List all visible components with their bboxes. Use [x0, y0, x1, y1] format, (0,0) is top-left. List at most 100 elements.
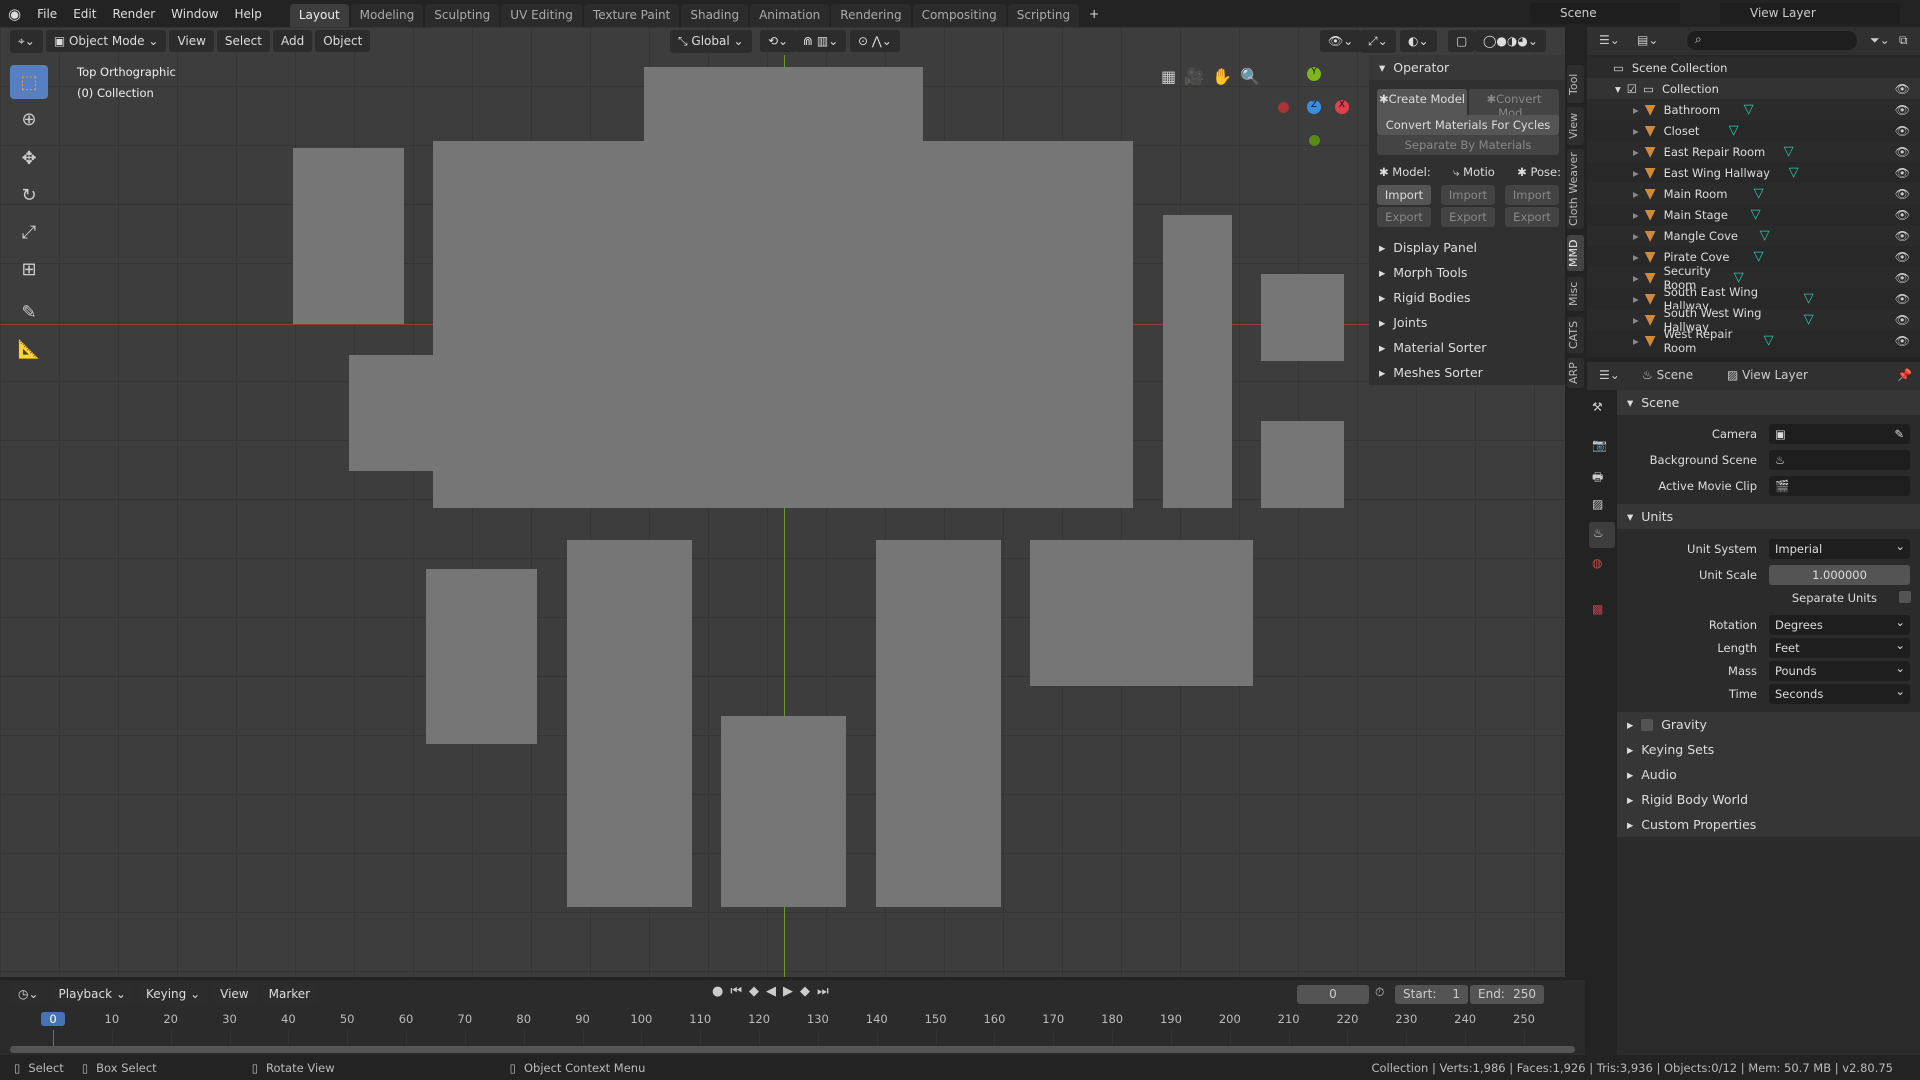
tab-modeling[interactable]: Modeling — [350, 4, 424, 27]
expand-icon[interactable]: ▸ — [1633, 187, 1639, 201]
tab-sculpting[interactable]: Sculpting — [425, 4, 500, 27]
display-mode-icon[interactable]: ☰⌄ — [1599, 33, 1620, 47]
collection-row[interactable]: ▾ ☑ ▭ Collection 👁 — [1587, 78, 1920, 99]
jump-start-icon[interactable]: ⏮ — [730, 984, 742, 999]
filter-icon[interactable]: ⏷⌄ — [1870, 33, 1890, 48]
tab-tool[interactable]: Tool — [1567, 65, 1584, 103]
next-keyframe-icon[interactable]: ◆ — [800, 984, 810, 999]
motion-import-button[interactable]: Import — [1441, 185, 1495, 205]
xray-icon[interactable]: ▢ — [1448, 30, 1476, 52]
outliner-item[interactable]: ▸ ▼ Pirate Cove ▽ 👁 — [1587, 246, 1920, 267]
snap-icon[interactable]: ⋒ ▥⌄ — [795, 30, 847, 52]
blender-logo-icon[interactable]: ◉ — [0, 5, 29, 23]
tab-arp[interactable]: ARP — [1567, 358, 1584, 388]
unit-system-dropdown[interactable]: Imperial — [1769, 539, 1910, 559]
model-import-button[interactable]: Import — [1377, 185, 1431, 205]
keying-sets-section-header[interactable]: ▸ Keying Sets — [1617, 737, 1920, 762]
record-icon[interactable]: ● — [712, 984, 723, 999]
gravity-section-header[interactable]: ▸ Gravity — [1617, 712, 1920, 737]
camera-view-icon[interactable]: 🎥 — [1184, 67, 1204, 86]
stopwatch-icon[interactable]: ⏱ — [1375, 985, 1393, 1004]
editor-type-icon[interactable]: ☰⌄ — [1599, 368, 1620, 382]
tab-view[interactable]: View — [1567, 107, 1584, 145]
editor-type-icon[interactable]: ◷⌄ — [10, 983, 47, 1005]
mesh-data-icon[interactable]: ▽ — [1784, 144, 1794, 159]
audio-section-header[interactable]: ▸ Audio — [1617, 762, 1920, 787]
visibility-icon[interactable]: 👁⌄ — [1320, 30, 1362, 52]
scene-selector[interactable]: Scene — [1530, 3, 1680, 24]
add-menu[interactable]: Add — [272, 30, 313, 52]
eye-icon[interactable]: 👁 — [1895, 82, 1910, 96]
active-movie-clip-field[interactable]: 🎬 — [1769, 476, 1910, 496]
tab-uv-editing[interactable]: UV Editing — [501, 4, 582, 27]
mesh-data-icon[interactable]: ▽ — [1789, 165, 1799, 180]
expand-icon[interactable]: ▸ — [1633, 103, 1639, 117]
current-frame-field[interactable]: 0 — [1297, 985, 1369, 1004]
unit-scale-field[interactable]: 1.000000 — [1769, 565, 1910, 585]
outliner-item[interactable]: ▸ ▼ East Wing Hallway ▽ 👁 — [1587, 162, 1920, 183]
section-morph-tools[interactable]: ▸ Morph Tools — [1369, 260, 1565, 285]
measure-tool-icon[interactable]: 📐 — [10, 332, 48, 366]
expand-icon[interactable]: ▸ — [1633, 229, 1639, 243]
mesh-object[interactable] — [1261, 274, 1344, 361]
select-menu[interactable]: Select — [216, 30, 270, 52]
pivot-icon[interactable]: ⟲⌄ — [760, 30, 797, 52]
mesh-object[interactable] — [433, 141, 1133, 508]
pose-export-button[interactable]: Export — [1505, 207, 1559, 227]
length-dropdown[interactable]: Feet — [1769, 638, 1910, 658]
tab-texture-paint[interactable]: Texture Paint — [583, 4, 680, 27]
expand-icon[interactable]: ▸ — [1633, 250, 1639, 264]
tab-rendering[interactable]: Rendering — [831, 4, 911, 27]
mesh-object[interactable] — [1030, 540, 1253, 686]
tab-layout[interactable]: Layout — [289, 4, 349, 27]
pan-hand-icon[interactable]: ✋ — [1212, 67, 1232, 86]
rotation-dropdown[interactable]: Degrees — [1769, 615, 1910, 635]
eye-icon[interactable]: 👁 — [1895, 292, 1910, 306]
3d-viewport[interactable]: ⌖⌄ ▣ Object Mode ⌄ View Select Add Objec… — [0, 27, 1565, 977]
convert-materials-button[interactable]: Convert Materials For Cycles — [1377, 115, 1559, 135]
eye-icon[interactable]: 👁 — [1895, 208, 1910, 222]
menu-render[interactable]: Render — [104, 7, 163, 21]
transform-tool-icon[interactable]: ⊞ — [10, 252, 48, 286]
view-menu[interactable]: View — [212, 983, 257, 1005]
mesh-object[interactable] — [1163, 215, 1232, 508]
mesh-data-icon[interactable]: ▽ — [1760, 228, 1770, 243]
outliner-search-input[interactable]: ⌕ — [1687, 31, 1857, 50]
outliner-item[interactable]: ▸ ▼ Closet ▽ 👁 — [1587, 120, 1920, 141]
prev-keyframe-icon[interactable]: ◆ — [749, 984, 759, 999]
expand-icon[interactable]: ▸ — [1633, 313, 1639, 327]
rotate-tool-icon[interactable]: ↻ — [10, 178, 48, 212]
outliner-item[interactable]: ▸ ▼ Main Room ▽ 👁 — [1587, 183, 1920, 204]
gizmo-x[interactable]: X — [1335, 100, 1349, 114]
scene-section-header[interactable]: ▾ Scene — [1617, 390, 1920, 415]
menu-edit[interactable]: Edit — [65, 7, 104, 21]
mesh-data-icon[interactable]: ▽ — [1764, 333, 1774, 348]
play-reverse-icon[interactable]: ◀ — [766, 984, 776, 999]
section-material-sorter[interactable]: ▸ Material Sorter — [1369, 335, 1565, 360]
menu-file[interactable]: File — [29, 7, 65, 21]
menu-window[interactable]: Window — [163, 7, 226, 21]
section-rigid-bodies[interactable]: ▸ Rigid Bodies — [1369, 285, 1565, 310]
gizmo-neg-x[interactable] — [1278, 102, 1289, 113]
timeline-scrollbar[interactable] — [10, 1046, 1575, 1053]
object-menu[interactable]: Object — [315, 30, 371, 52]
outliner-item[interactable]: ▸ ▼ West Repair Room ▽ 👁 — [1587, 327, 1920, 355]
gizmo-toggle-icon[interactable]: ⤢⌄ — [1360, 29, 1396, 53]
time-dropdown[interactable]: Seconds — [1769, 684, 1910, 704]
editor-type-icon[interactable]: ⌖⌄ — [10, 29, 43, 53]
model-export-button[interactable]: Export — [1377, 207, 1431, 227]
eye-icon[interactable]: 👁 — [1895, 313, 1910, 327]
tab-shading[interactable]: Shading — [681, 4, 749, 27]
eye-icon[interactable]: 👁 — [1895, 124, 1910, 138]
end-frame-field[interactable]: End: 250 — [1470, 985, 1544, 1004]
shading-modes-icon[interactable]: ◯●◑◕⌄ — [1475, 30, 1546, 52]
scale-tool-icon[interactable]: ⤢ — [10, 215, 48, 249]
tool-tab-icon[interactable]: ⚒ — [1592, 400, 1603, 414]
add-workspace-button[interactable]: + — [1081, 7, 1107, 21]
cursor-tool-icon[interactable]: ⊕ — [10, 102, 48, 136]
eye-icon[interactable]: 👁 — [1895, 103, 1910, 117]
eye-icon[interactable]: 👁 — [1895, 271, 1910, 285]
expand-icon[interactable]: ▸ — [1633, 124, 1639, 138]
mode-selector[interactable]: ▣ Object Mode ⌄ — [45, 30, 167, 52]
expand-icon[interactable]: ▸ — [1633, 271, 1639, 285]
